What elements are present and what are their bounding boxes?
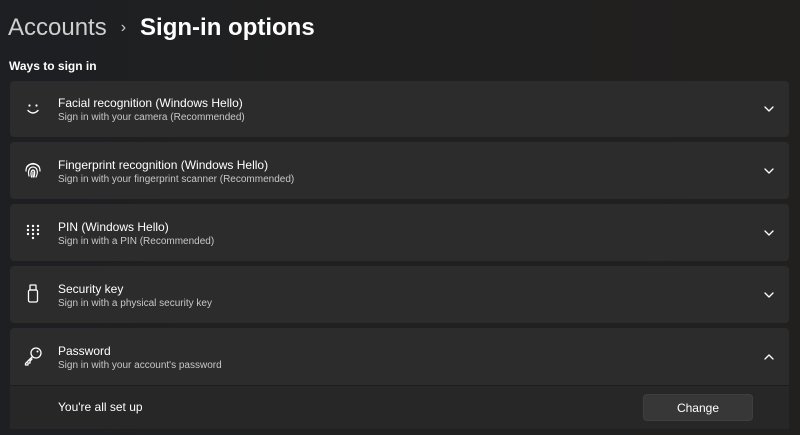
chevron-down-icon[interactable] bbox=[761, 287, 777, 303]
chevron-up-icon[interactable] bbox=[761, 349, 777, 365]
pin-keypad-icon bbox=[22, 221, 44, 243]
option-title: Fingerprint recognition (Windows Hello) bbox=[58, 158, 269, 172]
key-icon bbox=[22, 345, 44, 367]
breadcrumb: Accounts › Sign-in options bbox=[8, 10, 315, 46]
option-title: Password bbox=[58, 344, 111, 358]
password-panel: You're all set up Change bbox=[10, 385, 789, 429]
chevron-down-icon[interactable] bbox=[761, 101, 777, 117]
option-facial-recognition[interactable]: Facial recognition (Windows Hello) Sign … bbox=[10, 81, 789, 137]
settings-page: Accounts › Sign-in options Ways to sign … bbox=[0, 0, 800, 435]
usb-key-icon bbox=[22, 283, 44, 305]
option-subtitle: Sign in with a physical security key bbox=[58, 298, 212, 309]
option-subtitle: Sign in with your account's password bbox=[58, 360, 222, 371]
chevron-down-icon[interactable] bbox=[761, 163, 777, 179]
option-title: Facial recognition (Windows Hello) bbox=[58, 96, 243, 110]
option-subtitle: Sign in with your fingerprint scanner (R… bbox=[58, 174, 295, 185]
page-title: Sign-in options bbox=[140, 14, 315, 41]
option-fingerprint-recognition[interactable]: Fingerprint recognition (Windows Hello) … bbox=[10, 142, 789, 199]
breadcrumb-accounts[interactable]: Accounts bbox=[8, 14, 107, 42]
breadcrumb-separator-icon: › bbox=[120, 19, 127, 36]
fingerprint-icon bbox=[22, 159, 44, 181]
option-security-key[interactable]: Security key Sign in with a physical sec… bbox=[10, 266, 789, 323]
smile-face-icon bbox=[22, 98, 44, 120]
password-status: You're all set up bbox=[58, 400, 143, 414]
change-password-button[interactable]: Change bbox=[643, 394, 753, 421]
option-subtitle: Sign in with a PIN (Recommended) bbox=[58, 236, 215, 247]
option-title: PIN (Windows Hello) bbox=[58, 220, 169, 234]
option-password[interactable]: Password Sign in with your account's pas… bbox=[10, 328, 789, 385]
option-title: Security key bbox=[58, 282, 124, 296]
chevron-down-icon[interactable] bbox=[761, 225, 777, 241]
option-subtitle: Sign in with your camera (Recommended) bbox=[58, 112, 245, 123]
section-title: Ways to sign in bbox=[9, 59, 97, 73]
option-pin[interactable]: PIN (Windows Hello) Sign in with a PIN (… bbox=[10, 204, 789, 261]
